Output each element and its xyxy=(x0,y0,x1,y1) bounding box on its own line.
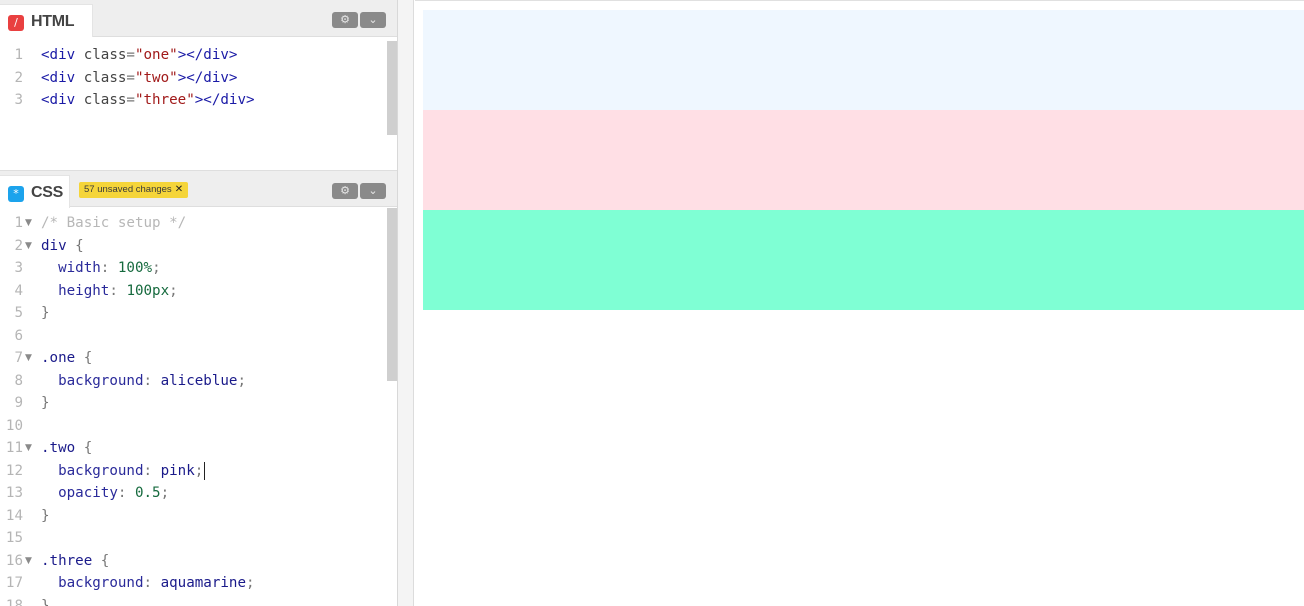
line-number: 16 xyxy=(5,552,23,569)
chevron-down-icon: ⌄ xyxy=(368,184,378,197)
text-cursor xyxy=(204,461,206,480)
fold-arrow-icon[interactable]: ▼ xyxy=(25,550,32,573)
line-number: 4 xyxy=(14,282,23,299)
code-line[interactable]: 12 background: pink; xyxy=(0,460,397,483)
tab-html[interactable]: / HTML xyxy=(0,4,93,37)
line-number: 12 xyxy=(5,462,23,479)
code-text: background: aquamarine; xyxy=(41,575,255,591)
unsaved-changes-badge[interactable]: 57 unsaved changes ✕ xyxy=(79,182,189,198)
preview-box-one xyxy=(423,10,1304,110)
code-text: opacity: 0.5; xyxy=(41,485,170,501)
code-text: .three { xyxy=(41,552,110,569)
css-icon: * xyxy=(8,186,24,202)
line-number: 17 xyxy=(5,575,23,591)
html-pane-header: / HTML ⚙ ⌄ xyxy=(0,0,397,37)
code-line[interactable]: 14} xyxy=(0,505,397,528)
unsaved-changes-text: 57 unsaved changes xyxy=(84,184,172,195)
fold-arrow-icon[interactable]: ▼ xyxy=(25,212,32,235)
line-number: 5 xyxy=(14,305,23,321)
code-text: width: 100%; xyxy=(41,260,161,276)
line-number: 7 xyxy=(14,350,23,366)
code-line[interactable]: 3 <div class="three"></div> xyxy=(0,89,397,112)
code-text: } xyxy=(41,507,50,524)
code-line[interactable]: 4 height: 100px; xyxy=(0,280,397,303)
code-text: /* Basic setup */ xyxy=(41,215,187,231)
gear-icon: ⚙ xyxy=(340,184,350,197)
line-number: 10 xyxy=(5,417,23,434)
code-line[interactable]: 3 width: 100%; xyxy=(0,257,397,280)
code-text: <div class="two"></div> xyxy=(41,69,238,86)
line-number: 3 xyxy=(14,260,23,276)
code-text: } xyxy=(41,597,50,606)
fold-arrow-icon[interactable]: ▼ xyxy=(25,347,32,370)
chevron-down-icon: ⌄ xyxy=(368,13,378,26)
code-line[interactable]: 8 background: aliceblue; xyxy=(0,370,397,393)
html-code-editor[interactable]: 1 <div class="one"></div> 2 <div class="two… xyxy=(0,44,397,168)
line-number: 2 xyxy=(14,237,23,254)
css-collapse-button[interactable]: ⌄ xyxy=(360,183,386,199)
code-line[interactable]: 18} xyxy=(0,595,397,606)
code-line[interactable]: 11 ▼ .two { xyxy=(0,437,397,460)
line-number: 14 xyxy=(5,507,23,524)
line-number: 3 xyxy=(14,92,23,108)
css-settings-button[interactable]: ⚙ xyxy=(332,183,358,199)
pane-resize-handle[interactable] xyxy=(398,0,414,606)
fold-arrow-icon[interactable]: ▼ xyxy=(25,437,32,460)
code-text: <div class="three"></div> xyxy=(41,92,255,108)
preview-box-two xyxy=(423,110,1304,210)
fold-arrow-icon[interactable]: ▼ xyxy=(25,235,32,258)
editor-column: / HTML ⚙ ⌄ 1 <div class="one"></div> 2 <div… xyxy=(0,0,398,606)
line-number: 11 xyxy=(5,440,23,456)
line-number: 2 xyxy=(14,69,23,86)
tab-html-label: HTML xyxy=(31,13,75,30)
code-text: .one { xyxy=(41,350,93,366)
code-text: div { xyxy=(41,237,84,254)
line-number: 8 xyxy=(14,372,23,389)
gear-icon: ⚙ xyxy=(340,13,350,26)
code-line[interactable]: 1 <div class="one"></div> xyxy=(0,44,397,67)
html-scrollbar[interactable] xyxy=(387,41,397,135)
tab-css-label: CSS xyxy=(31,184,63,201)
css-scrollbar[interactable] xyxy=(387,208,397,381)
html-icon: / xyxy=(8,15,24,31)
line-number: 6 xyxy=(14,327,23,344)
line-number: 1 xyxy=(14,215,23,231)
code-line[interactable]: 5} xyxy=(0,302,397,325)
line-number: 18 xyxy=(5,597,23,606)
line-number: 9 xyxy=(14,395,23,411)
code-line[interactable]: 9} xyxy=(0,392,397,415)
code-text: <div class="one"></div> xyxy=(41,47,238,63)
close-icon[interactable]: ✕ xyxy=(175,184,183,195)
line-number: 13 xyxy=(5,485,23,501)
code-text: background: pink; xyxy=(41,461,206,480)
preview-box-three xyxy=(423,210,1304,310)
code-line[interactable]: 15 xyxy=(0,527,397,550)
code-text: .two { xyxy=(41,440,93,456)
code-line[interactable]: 2 ▼ div { xyxy=(0,235,397,258)
tab-css[interactable]: * CSS xyxy=(0,175,70,208)
css-code-editor[interactable]: 1 ▼/* Basic setup */2 ▼ div {3 width: 100%;… xyxy=(0,212,397,606)
code-line[interactable]: 13 opacity: 0.5; xyxy=(0,482,397,505)
code-line[interactable]: 6 xyxy=(0,325,397,348)
result-preview xyxy=(415,0,1304,606)
code-text: } xyxy=(41,305,50,321)
code-line[interactable]: 2 <div class="two"></div> xyxy=(0,67,397,90)
html-collapse-button[interactable]: ⌄ xyxy=(360,12,386,28)
code-text: } xyxy=(41,395,50,411)
code-line[interactable]: 10 xyxy=(0,415,397,438)
code-line[interactable]: 16 ▼ .three { xyxy=(0,550,397,573)
code-text: background: aliceblue; xyxy=(41,372,247,389)
html-settings-button[interactable]: ⚙ xyxy=(332,12,358,28)
css-pane-header: * CSS 57 unsaved changes ✕ ⚙ ⌄ xyxy=(0,170,397,208)
line-number: 15 xyxy=(5,530,23,546)
code-line[interactable]: 1 ▼ /* Basic setup */ xyxy=(0,212,397,235)
code-text: height: 100px; xyxy=(41,282,178,299)
code-line[interactable]: 7 ▼ .one { xyxy=(0,347,397,370)
line-number: 1 xyxy=(14,47,23,63)
code-line[interactable]: 17 background: aquamarine; xyxy=(0,572,397,595)
